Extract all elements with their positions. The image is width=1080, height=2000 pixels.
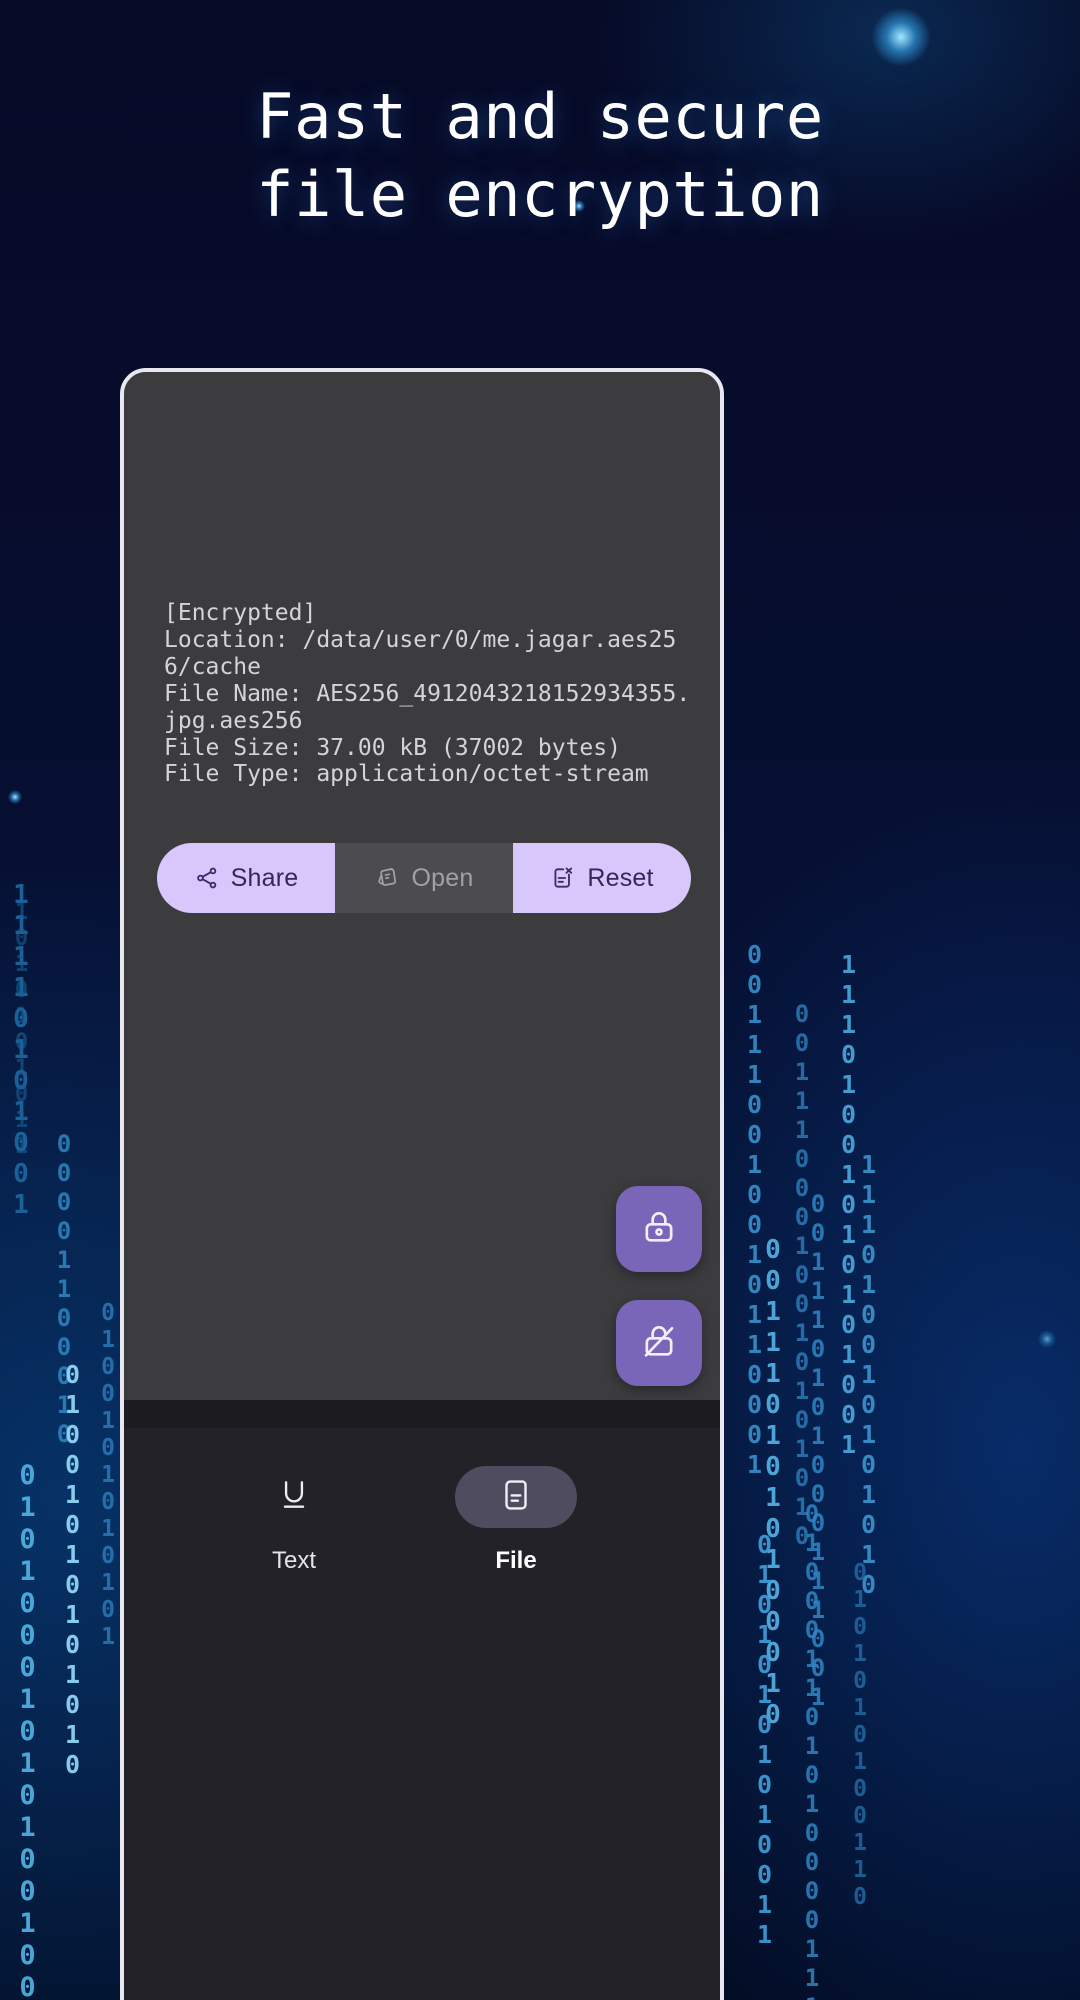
- nav-file-pill: [455, 1466, 577, 1528]
- bottom-navigation-bar: Text File: [124, 1428, 720, 2000]
- open-button[interactable]: Open: [335, 843, 513, 913]
- page-title: Fast and secure file encryption: [0, 78, 1080, 234]
- glow-dot: [1038, 1330, 1056, 1348]
- nav-item-file[interactable]: File: [436, 1466, 596, 1575]
- nav-file-label: File: [495, 1547, 537, 1574]
- nav-text-pill: [233, 1466, 355, 1528]
- share-button-label: Share: [230, 863, 299, 892]
- open-file-icon: [375, 865, 401, 891]
- reset-file-icon: [550, 865, 576, 891]
- binary-stream: 01010101010011: [750, 1530, 779, 1950]
- open-button-label: Open: [411, 863, 474, 892]
- app-screenshot: 11110101001 00001100010 010100010101001000…: [0, 0, 1080, 2000]
- file-info-text: [Encrypted] Location: /data/user/0/me.ja…: [164, 600, 691, 788]
- glow-dot: [8, 790, 22, 804]
- nav-item-text[interactable]: Text: [214, 1466, 374, 1575]
- binary-stream: 1010101011: [9, 900, 34, 1160]
- binary-stream: 010100010101001000: [12, 1460, 43, 2000]
- nav-text-label: Text: [271, 1547, 316, 1574]
- nav-divider: [124, 1400, 720, 1428]
- encrypt-fab[interactable]: [616, 1186, 702, 1272]
- unlock-icon: [639, 1321, 679, 1366]
- page-title-line-1: Fast and secure: [256, 80, 824, 153]
- binary-stream: 01001010101010: [58, 1360, 87, 1780]
- binary-stream: 0100101010101: [95, 1300, 121, 1651]
- reset-button[interactable]: Reset: [513, 843, 691, 913]
- glow-dot: [872, 8, 930, 66]
- lock-icon: [639, 1207, 679, 1252]
- phone-mockup: [Encrypted] Location: /data/user/0/me.ja…: [120, 368, 724, 2000]
- decrypt-fab[interactable]: [616, 1300, 702, 1386]
- text-underline-icon: [275, 1476, 313, 1519]
- binary-stream: 0101010100110: [847, 1560, 873, 1911]
- reset-button-label: Reset: [587, 863, 654, 892]
- file-document-icon: [497, 1476, 535, 1519]
- binary-stream: 111010010101010: [854, 1150, 883, 1600]
- app-content-area: [Encrypted] Location: /data/user/0/me.ja…: [124, 372, 720, 1400]
- binary-stream: 0100011010100001110: [798, 1500, 826, 2000]
- share-button[interactable]: Share: [157, 843, 335, 913]
- page-title-line-2: file encryption: [256, 158, 824, 232]
- share-icon: [194, 865, 220, 891]
- action-button-row: Share Open Reset: [157, 843, 691, 913]
